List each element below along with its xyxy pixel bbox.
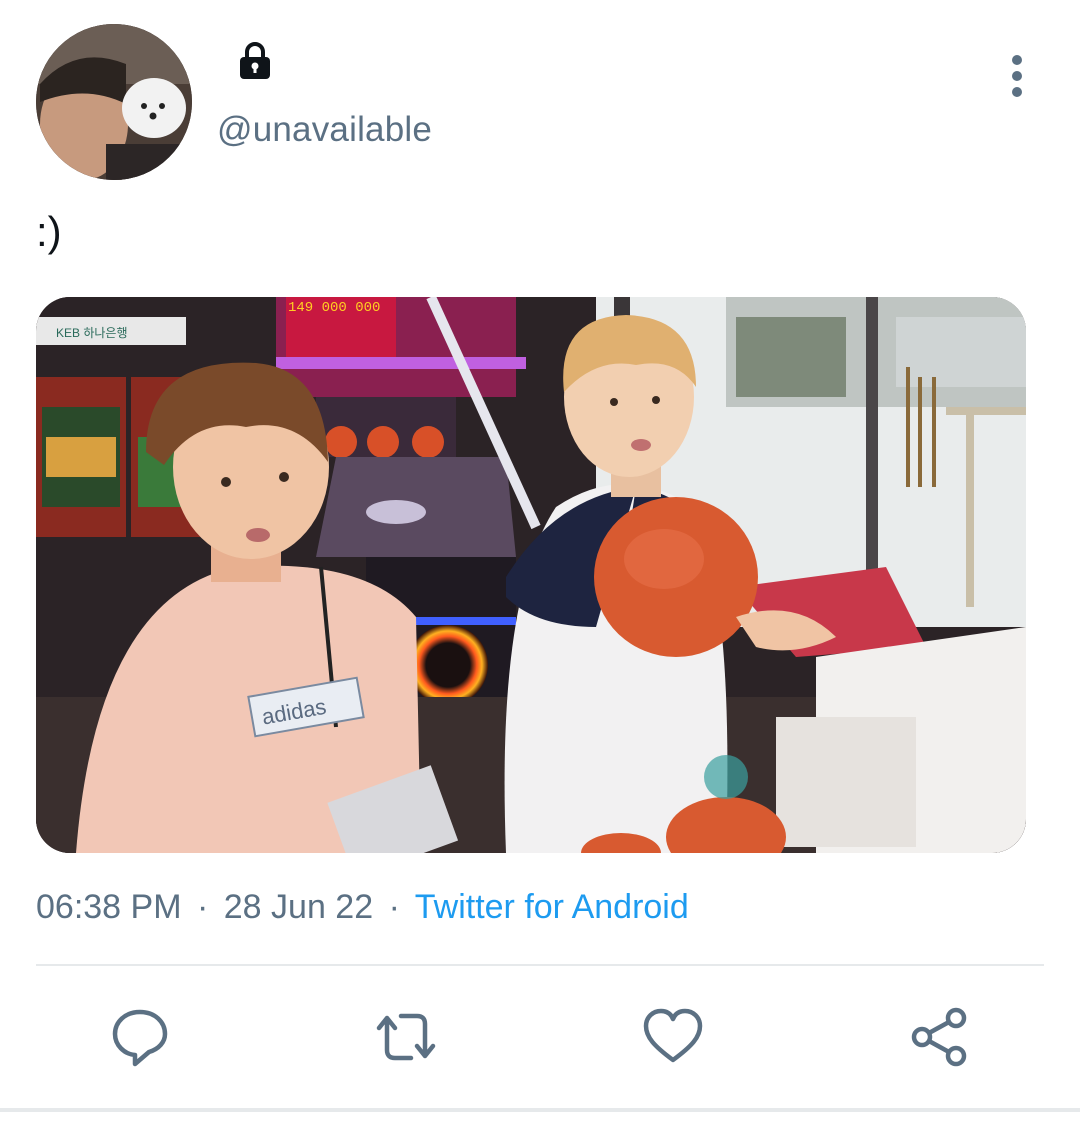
avatar-image [36,24,192,180]
tweet-meta: 06:38 PM · 28 Jun 22 · Twitter for Andro… [36,888,689,927]
lock-icon [240,42,270,79]
tweet-source-link[interactable]: Twitter for Android [415,888,689,926]
tweet-time[interactable]: 06:38 PM [36,888,182,926]
scoreboard-text: 149 000 000 [288,300,380,316]
user-handle[interactable]: @unavailable [217,110,432,150]
avatar[interactable] [36,24,192,180]
divider [36,964,1044,966]
reply-icon[interactable] [107,1004,173,1070]
meta-separator: · [196,888,209,926]
bottom-divider [0,1108,1080,1112]
heart-icon[interactable] [640,1004,706,1070]
tweet-date[interactable]: 28 Jun 22 [224,888,373,926]
arcade-sign: KEB 하나은행 [56,325,128,340]
more-vertical-icon[interactable] [1000,52,1034,100]
retweet-icon[interactable] [373,1004,439,1070]
meta-separator: · [388,888,400,926]
photo-content: KEB 하나은행 149 000 000 adidas [36,297,1026,853]
tweet-photo[interactable]: KEB 하나은행 149 000 000 adidas [36,297,1026,853]
tweet-text: :) [36,208,62,255]
share-icon[interactable] [906,1004,972,1070]
